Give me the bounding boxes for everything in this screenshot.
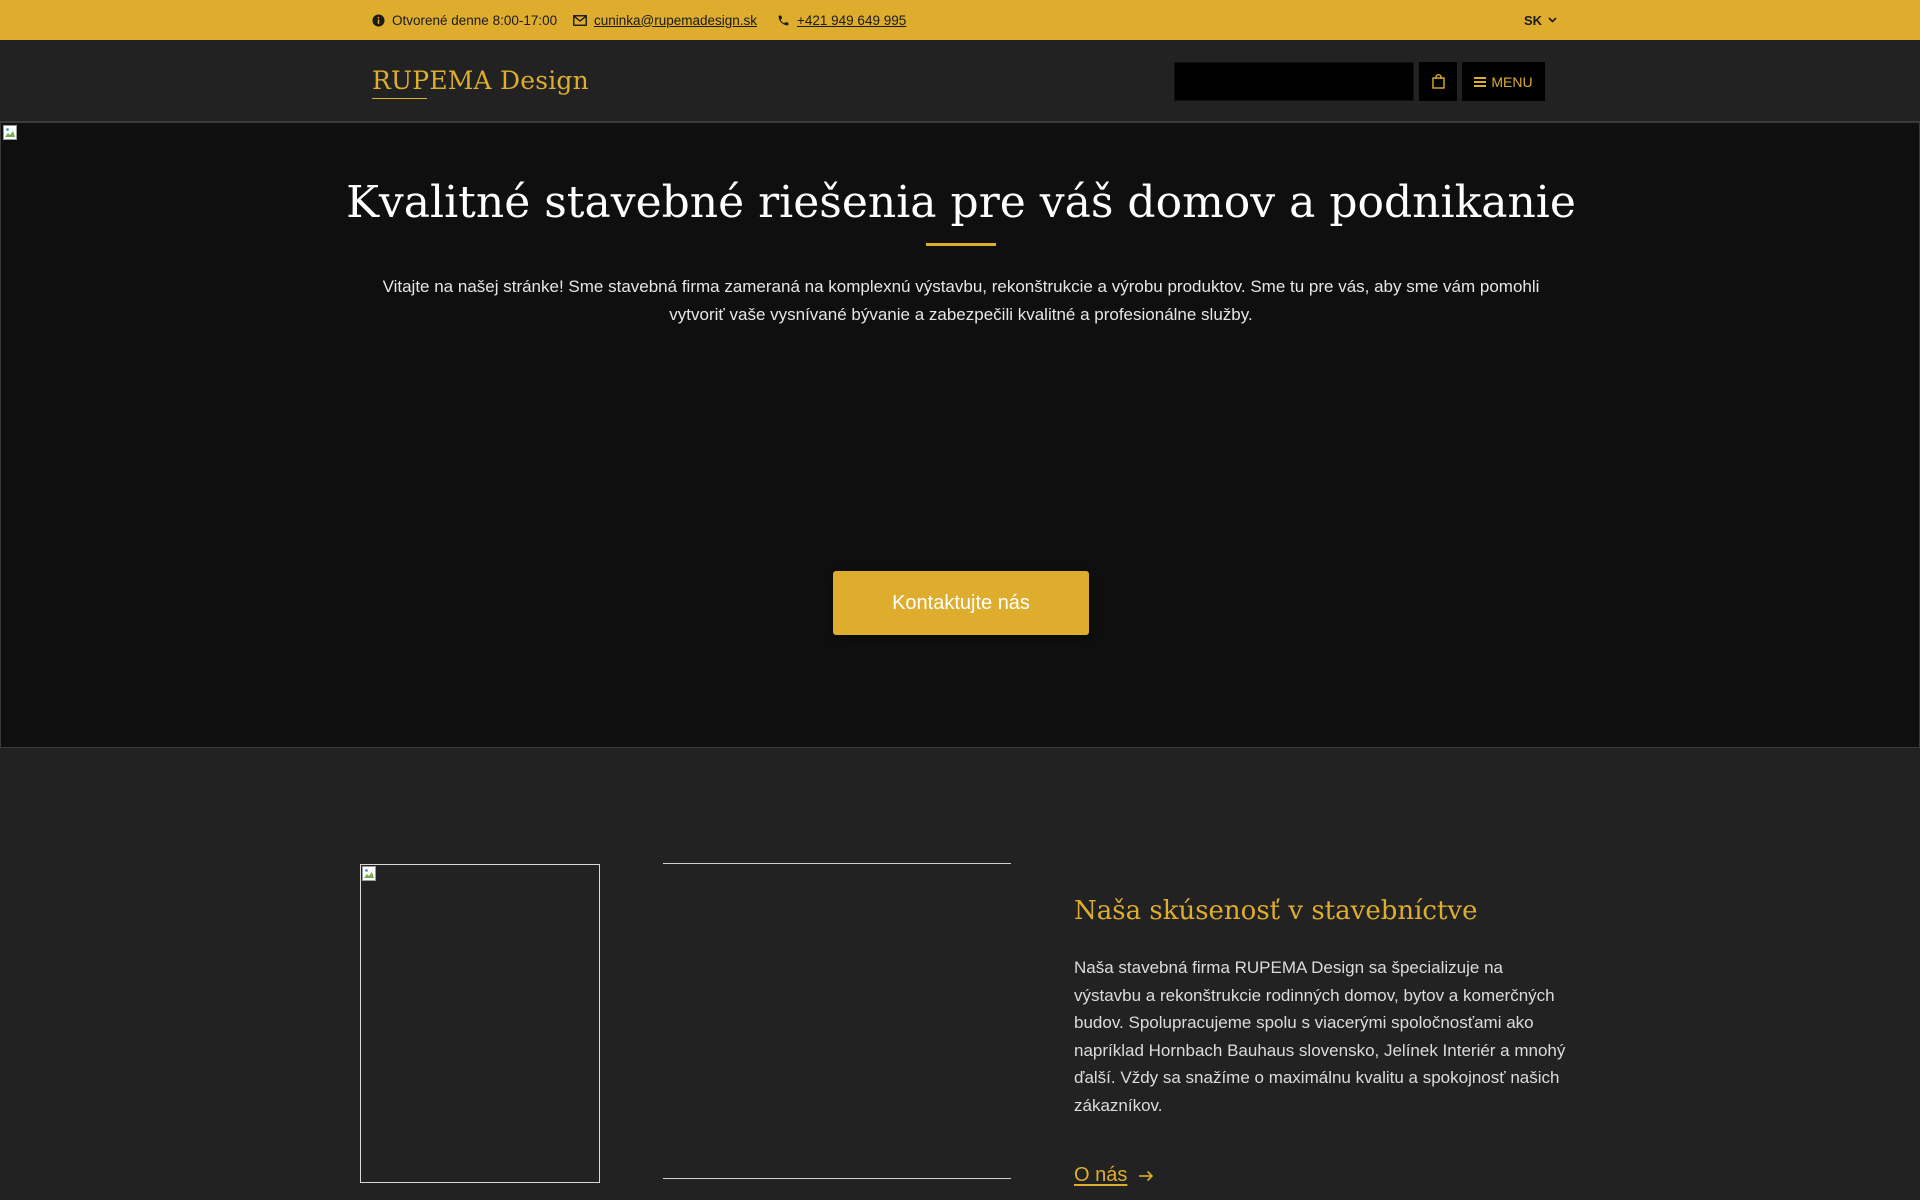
about-image — [360, 864, 600, 1183]
email-contact[interactable]: cuninka@rupemadesign.sk — [572, 0, 757, 40]
shopping-bag-icon — [1431, 74, 1445, 89]
contact-button[interactable]: Kontaktujte nás — [833, 571, 1089, 635]
hamburger-icon — [1474, 76, 1487, 87]
hero-title: Kvalitné stavebné riešenia pre váš domov… — [346, 177, 1576, 228]
chevron-down-icon — [1548, 17, 1557, 23]
about-us-link[interactable]: O nás — [1074, 1164, 1154, 1187]
site-header: RUPEMA Design MENU — [0, 40, 1920, 122]
phone-contact[interactable]: +421 949 649 995 — [775, 0, 906, 40]
opening-hours: Otvorené denne 8:00-17:00 — [370, 0, 557, 40]
menu-button[interactable]: MENU — [1462, 62, 1545, 101]
site-logo[interactable]: RUPEMA Design — [372, 66, 589, 95]
arrow-right-icon — [1139, 1170, 1154, 1182]
hero-section: Kvalitné stavebné riešenia pre váš domov… — [0, 122, 1920, 748]
info-icon — [370, 12, 386, 28]
top-bar: Otvorené denne 8:00-17:00 cuninka@rupema… — [0, 0, 1920, 40]
menu-label: MENU — [1491, 73, 1533, 90]
broken-image-icon — [3, 125, 19, 141]
about-title: Naša skúsenosť v stavebníctve — [1074, 896, 1478, 926]
about-us-link-label: O nás — [1074, 1164, 1128, 1186]
language-label: SK — [1524, 12, 1543, 28]
mail-icon — [572, 12, 588, 28]
language-selector[interactable]: SK — [1524, 0, 1557, 40]
logo-underline — [372, 98, 427, 99]
phone-icon — [775, 12, 791, 28]
divider-line — [663, 863, 1011, 864]
search-input[interactable] — [1174, 62, 1414, 101]
phone-link[interactable]: +421 949 649 995 — [797, 13, 906, 28]
cart-button[interactable] — [1419, 62, 1457, 101]
opening-hours-text: Otvorené denne 8:00-17:00 — [392, 12, 558, 28]
broken-image-icon — [362, 866, 378, 882]
about-description: Naša stavebná firma RUPEMA Design sa špe… — [1074, 958, 1566, 1115]
hero-description: Vitajte na našej stránke! Sme stavebná f… — [382, 277, 1540, 324]
email-link[interactable]: cuninka@rupemadesign.sk — [594, 13, 757, 28]
divider-line — [663, 1178, 1011, 1179]
hero-divider — [926, 243, 996, 246]
